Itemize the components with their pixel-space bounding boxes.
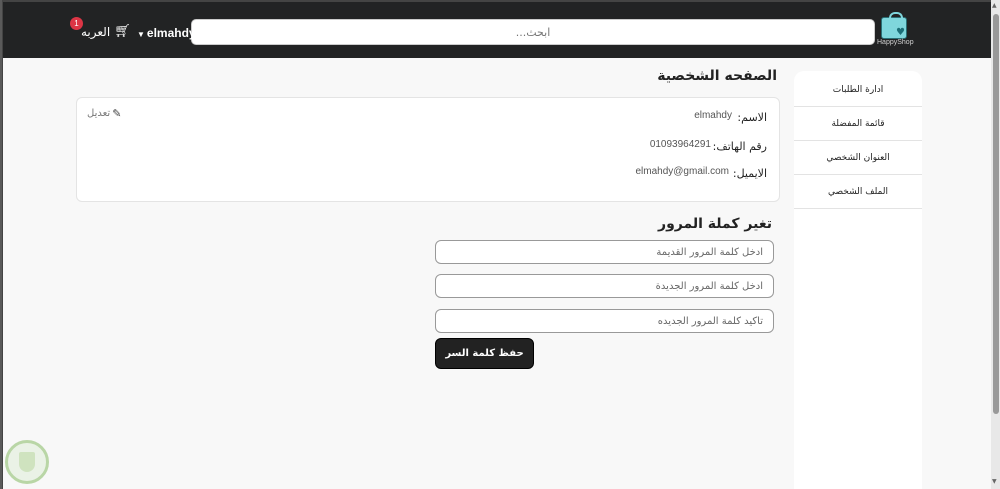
username: elmahdy [146, 26, 196, 40]
new-password-input[interactable] [435, 274, 774, 298]
sidebar-item-profile[interactable]: الملف الشخصي [794, 175, 922, 209]
cart-label: العربه [81, 24, 111, 39]
sidebar: ادارة الطلبات قائمة المفضلة العنوان الشخ… [794, 71, 922, 489]
shield-icon [19, 452, 35, 472]
name-value: elmahdy [694, 110, 732, 121]
sidebar-item-address[interactable]: العنوان الشخصي [794, 141, 922, 175]
email-label: الايميل: [732, 167, 767, 180]
password-section-title: تغير كملة المرور [658, 216, 772, 232]
shopping-bag-icon: ♥ [881, 12, 907, 39]
name-label: الاسم: [737, 111, 767, 124]
logo-text: HappyShop [877, 39, 914, 46]
caret-down-icon: ▼ [137, 30, 145, 39]
page-title: الصفحه الشخصية [657, 68, 777, 84]
save-password-button[interactable]: حفظ كلمة السر [435, 338, 534, 369]
logo[interactable]: ♥ HappyShop [875, 12, 914, 48]
scroll-down-icon[interactable]: ▼ [992, 478, 997, 485]
app-window: ♥ HappyShop ▼elmahdy العربه 🛒︎ 1 ادارة ا… [2, 0, 992, 489]
cart-icon: 🛒︎ [114, 24, 131, 39]
email-value: elmahdy@gmail.com [635, 166, 729, 177]
scrollbar-thumb[interactable] [993, 14, 999, 414]
search-input[interactable] [191, 19, 875, 45]
sidebar-item-favorites[interactable]: قائمة المفضلة [794, 107, 922, 141]
edit-label: تعديل [87, 108, 111, 119]
user-menu[interactable]: ▼ elmahdy [137, 26, 196, 40]
phone-value: 01093964291 [649, 139, 711, 150]
edit-button[interactable]: تعديل ✎ [87, 107, 121, 120]
phone-label: رقم الهاتف: [712, 140, 767, 153]
edit-icon: ✎ [112, 107, 122, 120]
cart-link[interactable]: العربه 🛒︎ [81, 24, 131, 39]
old-password-input[interactable] [435, 240, 774, 264]
cart-count-badge: 1 [70, 17, 83, 30]
scroll-up-icon[interactable]: ▲ [992, 2, 997, 9]
scrollbar[interactable]: ▲ ▼ [991, 0, 1000, 489]
confirm-password-input[interactable] [435, 309, 774, 333]
profile-card: تعديل ✎ الاسم: elmahdy رقم الهاتف: 01093… [76, 97, 780, 202]
sidebar-item-orders[interactable]: ادارة الطلبات [794, 73, 922, 107]
watermark-shield-icon [5, 440, 49, 484]
top-navbar: ♥ HappyShop ▼elmahdy العربه 🛒︎ 1 [3, 0, 992, 58]
